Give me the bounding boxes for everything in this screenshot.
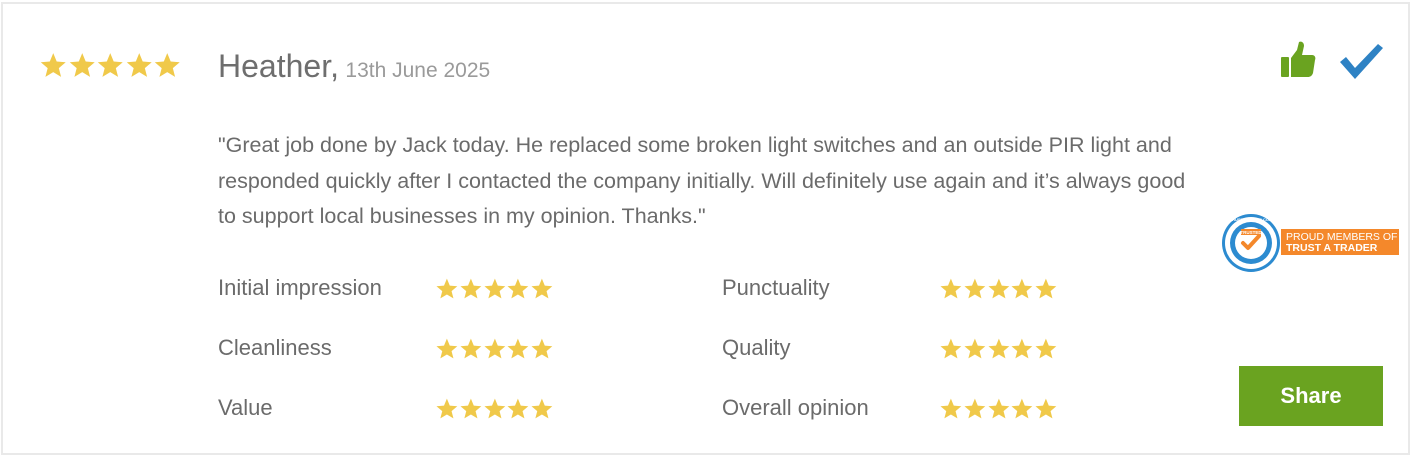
star-icon (460, 398, 482, 418)
star-icon (154, 53, 180, 77)
star-icon (988, 398, 1009, 418)
star-icon (436, 398, 458, 418)
star-icon (484, 398, 505, 418)
rating-stars (435, 277, 554, 300)
star-icon (940, 278, 962, 298)
rating-quality: Quality (722, 335, 1058, 361)
star-icon (484, 278, 505, 298)
badge-center-text: TRUSTED (1240, 230, 1262, 235)
rating-stars (939, 397, 1058, 420)
rating-punctuality: Punctuality (722, 275, 1058, 301)
star-icon (1035, 278, 1057, 298)
star-icon (531, 398, 553, 418)
star-icon (436, 338, 458, 358)
star-icon (1035, 338, 1057, 358)
star-icon (126, 53, 152, 77)
star-icon (460, 278, 482, 298)
star-icon (988, 338, 1009, 358)
review-card: Heather, 13th June 2025 "Great job done … (1, 2, 1410, 455)
badge-ring-text: TRUSTATRADER.COM (1230, 217, 1273, 222)
rating-label: Cleanliness (218, 335, 332, 360)
review-header: Heather, 13th June 2025 (218, 48, 490, 85)
star-icon (988, 278, 1009, 298)
star-icon (964, 338, 986, 358)
rating-value: Value (218, 395, 554, 421)
star-icon (940, 338, 962, 358)
star-icon (507, 398, 529, 418)
checkmark-icon[interactable] (1338, 40, 1384, 80)
thumbs-up-icon[interactable] (1280, 40, 1316, 80)
rating-stars (939, 277, 1058, 300)
review-text: "Great job done by Jack today. He replac… (218, 133, 1186, 228)
star-icon (69, 53, 95, 77)
rating-stars (435, 337, 554, 360)
star-icon (40, 53, 66, 77)
star-icon (507, 338, 529, 358)
rating-stars (435, 397, 554, 420)
rating-label: Punctuality (722, 275, 830, 300)
trust-a-trader-badge: TRUSTED TRUSTATRADER.COM PROUD MEMBERS O… (1222, 214, 1399, 272)
star-icon (436, 278, 458, 298)
star-icon (1035, 398, 1057, 418)
star-icon (531, 278, 553, 298)
star-icon (964, 278, 986, 298)
star-icon (460, 338, 482, 358)
star-icon (507, 278, 529, 298)
star-icon (1011, 278, 1033, 298)
rating-label: Overall opinion (722, 395, 869, 420)
star-icon (1011, 398, 1033, 418)
rating-stars (939, 337, 1058, 360)
star-icon (97, 53, 123, 77)
rating-cleanliness: Cleanliness (218, 335, 554, 361)
star-icon (964, 398, 986, 418)
review-date: 13th June 2025 (345, 59, 491, 82)
star-icon (1011, 338, 1033, 358)
star-icon (484, 338, 505, 358)
badge-line2: TRUST A TRADER (1286, 242, 1378, 254)
rating-initial-impression: Initial impression (218, 275, 554, 301)
share-button[interactable]: Share (1239, 366, 1383, 426)
star-icon (531, 338, 553, 358)
rating-overall-opinion: Overall opinion (722, 395, 1058, 421)
star-icon (940, 398, 962, 418)
rating-label: Quality (722, 335, 791, 360)
overall-rating-stars (39, 51, 182, 79)
reviewer-name: Heather, (218, 48, 339, 84)
rating-label: Value (218, 395, 273, 420)
rating-label: Initial impression (218, 275, 382, 300)
